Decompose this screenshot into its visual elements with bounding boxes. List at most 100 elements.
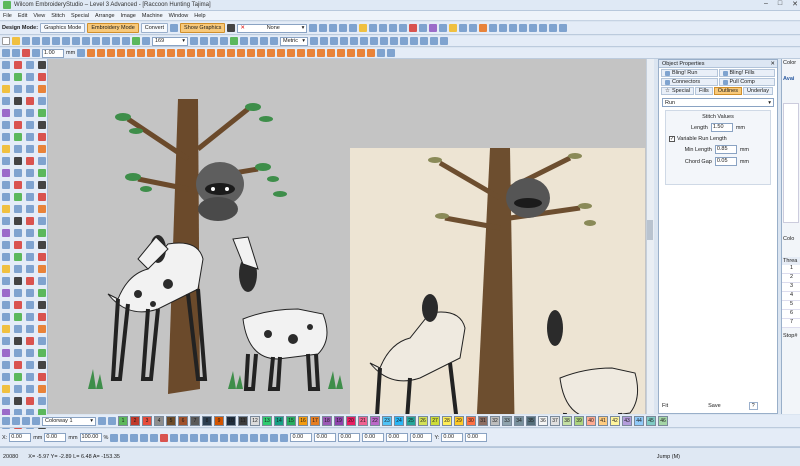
tab-connectors[interactable]: Connectors bbox=[661, 78, 718, 86]
menu-machine[interactable]: Machine bbox=[142, 13, 163, 19]
toolbox-tool-106-icon[interactable] bbox=[14, 373, 22, 381]
color-swatch-21[interactable]: 21 bbox=[358, 416, 368, 426]
toolbox-tool-12-icon[interactable] bbox=[38, 85, 46, 93]
tool4-d-icon[interactable] bbox=[200, 433, 209, 442]
tool4-e-icon[interactable] bbox=[210, 433, 219, 442]
tool3-e-icon[interactable] bbox=[77, 49, 86, 57]
tool-icon-a[interactable] bbox=[309, 24, 318, 32]
convert-button[interactable]: Convert bbox=[140, 23, 169, 33]
tool3-q-icon[interactable] bbox=[197, 49, 206, 57]
toolbox-tool-32-icon[interactable] bbox=[38, 145, 46, 153]
variable-run-checkbox[interactable]: ✓ bbox=[669, 136, 675, 142]
units-select[interactable]: Metric ▾ bbox=[280, 36, 308, 46]
tool-icon-e[interactable] bbox=[349, 24, 358, 32]
toolbox-tool-86-icon[interactable] bbox=[14, 313, 22, 321]
thread-row-1[interactable]: 1 bbox=[782, 265, 800, 274]
toolbox-tool-85-icon[interactable] bbox=[2, 313, 10, 321]
tool3-d-icon[interactable] bbox=[32, 49, 40, 57]
toolbox-tool-26-icon[interactable] bbox=[14, 133, 22, 141]
value-field-1[interactable]: 0.00 bbox=[290, 433, 313, 442]
toolbox-tool-3-icon[interactable] bbox=[26, 61, 34, 69]
color-swatch-11[interactable]: 11 bbox=[238, 416, 248, 426]
color-swatch-27[interactable]: 27 bbox=[430, 416, 440, 426]
color-swatch-40[interactable]: 40 bbox=[586, 416, 596, 426]
toolbox-tool-46-icon[interactable] bbox=[14, 193, 22, 201]
pan-icon[interactable] bbox=[122, 37, 130, 45]
toolbox-tool-91-icon[interactable] bbox=[26, 325, 34, 333]
toolbox-tool-39-icon[interactable] bbox=[26, 169, 34, 177]
tool3-p-icon[interactable] bbox=[187, 49, 196, 57]
fit-button[interactable]: Fit bbox=[662, 403, 668, 409]
toolbox-tool-77-icon[interactable] bbox=[2, 289, 10, 297]
show-graphics-button[interactable]: Show Graphics bbox=[180, 23, 226, 33]
thread-row-5[interactable]: 5 bbox=[782, 301, 800, 310]
toolbox-tool-71-icon[interactable] bbox=[26, 265, 34, 273]
scale-icon[interactable] bbox=[120, 433, 129, 442]
undo-icon[interactable] bbox=[72, 37, 80, 45]
toolbox-tool-79-icon[interactable] bbox=[26, 289, 34, 297]
toolbox-tool-35-icon[interactable] bbox=[26, 157, 34, 165]
menu-special[interactable]: Special bbox=[71, 13, 89, 19]
toolbox-tool-69-icon[interactable] bbox=[2, 265, 10, 273]
toolbox-tool-92-icon[interactable] bbox=[38, 325, 46, 333]
tool-icon-p[interactable] bbox=[469, 24, 478, 32]
tool3-o-icon[interactable] bbox=[177, 49, 186, 57]
stitch-icon[interactable] bbox=[160, 433, 169, 442]
tool2-s-icon[interactable] bbox=[400, 37, 408, 45]
value-field-3[interactable]: 0.00 bbox=[338, 433, 361, 442]
toolbox-tool-64-icon[interactable] bbox=[38, 241, 46, 249]
color-swatch-46[interactable]: 46 bbox=[658, 416, 668, 426]
thread-row-3[interactable]: 3 bbox=[782, 283, 800, 292]
tool4-a-icon[interactable] bbox=[170, 433, 179, 442]
help-button[interactable]: ? bbox=[748, 402, 758, 410]
toolbox-tool-76-icon[interactable] bbox=[38, 277, 46, 285]
h-field[interactable]: 0.00 bbox=[465, 433, 488, 442]
toolbox-tool-61-icon[interactable] bbox=[2, 241, 10, 249]
record-icon[interactable] bbox=[409, 24, 418, 32]
tool-icon-h[interactable] bbox=[379, 24, 388, 32]
tool2-t-icon[interactable] bbox=[410, 37, 418, 45]
toolbox-tool-110-icon[interactable] bbox=[14, 385, 22, 393]
menu-stitch[interactable]: Stitch bbox=[51, 13, 65, 19]
toolbox-tool-8-icon[interactable] bbox=[38, 73, 46, 81]
colorway-prev-icon[interactable] bbox=[2, 417, 10, 425]
tool3-aa-icon[interactable] bbox=[297, 49, 306, 57]
tool3-u-icon[interactable] bbox=[237, 49, 246, 57]
tool3-l-icon[interactable] bbox=[147, 49, 156, 57]
toolbox-tool-7-icon[interactable] bbox=[26, 73, 34, 81]
toolbox-tool-100-icon[interactable] bbox=[38, 349, 46, 357]
tool3-n-icon[interactable] bbox=[167, 49, 176, 57]
toolbox-tool-59-icon[interactable] bbox=[26, 229, 34, 237]
x-field[interactable]: 0.00 bbox=[9, 433, 32, 442]
color-swatch-2[interactable]: 2 bbox=[130, 416, 140, 426]
tool-icon-k[interactable] bbox=[419, 24, 428, 32]
tool3-ac-icon[interactable] bbox=[317, 49, 326, 57]
toolbox-tool-29-icon[interactable] bbox=[2, 145, 10, 153]
tool3-f-icon[interactable] bbox=[87, 49, 96, 57]
color-swatch-36[interactable]: 36 bbox=[538, 416, 548, 426]
toolbox-tool-38-icon[interactable] bbox=[14, 169, 22, 177]
redo-icon[interactable] bbox=[82, 37, 90, 45]
tool4-f-icon[interactable] bbox=[220, 433, 229, 442]
tab-bling-run[interactable]: Bling! Run bbox=[661, 69, 718, 77]
tool-icon-c[interactable] bbox=[329, 24, 338, 32]
toolbox-tool-27-icon[interactable] bbox=[26, 133, 34, 141]
toolbox-tool-66-icon[interactable] bbox=[14, 253, 22, 261]
color-swatch-4[interactable]: 4 bbox=[154, 416, 164, 426]
tool3-r-icon[interactable] bbox=[207, 49, 216, 57]
y-field[interactable]: 0.00 bbox=[441, 433, 464, 442]
tool2-r-icon[interactable] bbox=[390, 37, 398, 45]
toolbox-tool-24-icon[interactable] bbox=[38, 121, 46, 129]
color-swatch-28[interactable]: 28 bbox=[442, 416, 452, 426]
color-swatch-16[interactable]: 16 bbox=[298, 416, 308, 426]
color-swatch-30[interactable]: 30 bbox=[466, 416, 476, 426]
tool-icon-f[interactable] bbox=[359, 24, 368, 32]
menu-file[interactable]: File bbox=[3, 13, 12, 19]
open-folder-icon[interactable] bbox=[12, 37, 20, 45]
toolbox-tool-2-icon[interactable] bbox=[14, 61, 22, 69]
tool3-ae-icon[interactable] bbox=[337, 49, 346, 57]
color-swatch-42[interactable]: 42 bbox=[610, 416, 620, 426]
color-swatch-3[interactable]: 3 bbox=[142, 416, 152, 426]
toolbox-tool-60-icon[interactable] bbox=[38, 229, 46, 237]
tab-bling-fills[interactable]: Bling! Fills bbox=[718, 69, 775, 77]
